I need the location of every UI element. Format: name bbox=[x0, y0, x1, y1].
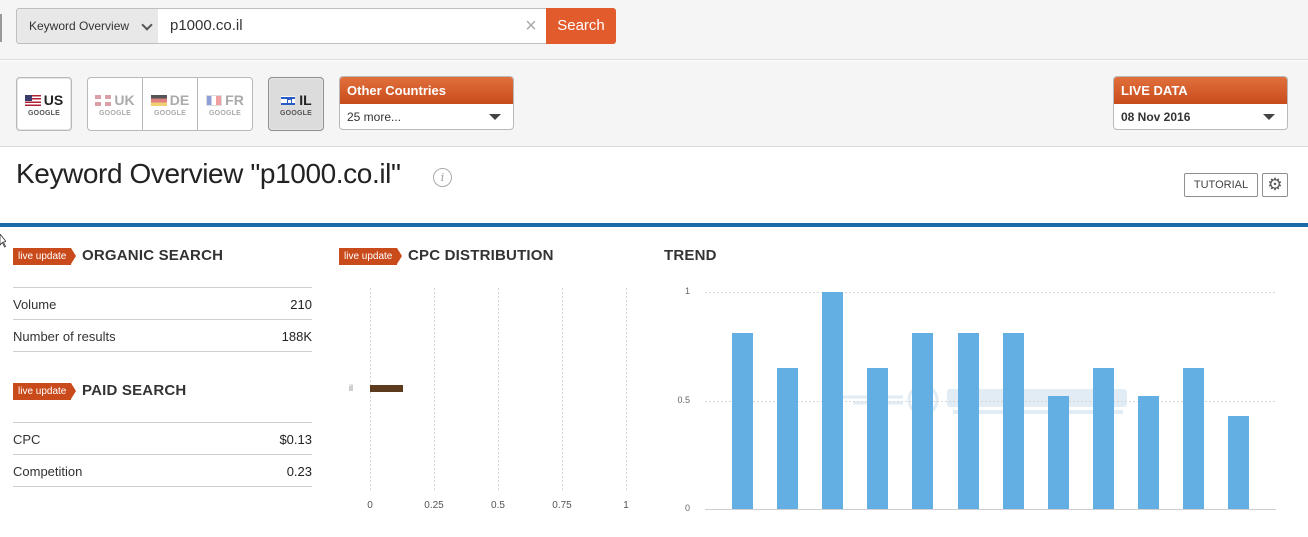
country-engine: GOOGLE bbox=[209, 110, 241, 117]
search-bar: Keyword Overview p1000.co.il × Search bbox=[0, 0, 1308, 60]
metric-label: CPC bbox=[13, 432, 41, 447]
metric-row-results: Number of results 188K bbox=[13, 319, 312, 351]
triangle-down-icon bbox=[489, 114, 501, 120]
trend-y-tick-label: 0 bbox=[684, 503, 690, 513]
mouse-cursor-icon bbox=[0, 234, 6, 248]
cpc-gridline bbox=[626, 288, 627, 492]
clear-icon[interactable]: × bbox=[522, 16, 540, 36]
organic-search-title: ORGANIC SEARCH bbox=[82, 247, 224, 264]
trend-baseline bbox=[705, 509, 1276, 510]
il-flag-icon bbox=[280, 94, 297, 106]
metric-label: Number of results bbox=[13, 329, 116, 344]
info-icon[interactable]: i bbox=[433, 168, 452, 187]
other-countries-title: Other Countries bbox=[340, 77, 513, 104]
trend-bar[interactable] bbox=[777, 367, 799, 509]
live-update-tag: live update bbox=[339, 248, 403, 265]
left-edge-divider bbox=[0, 14, 2, 42]
metric-row-competition: Competition 0.23 bbox=[13, 454, 312, 486]
trend-bar[interactable] bbox=[1092, 367, 1114, 509]
trend-bar[interactable] bbox=[822, 292, 844, 509]
gear-icon[interactable]: ⚙ bbox=[1262, 173, 1288, 197]
cpc-gridline bbox=[434, 288, 435, 492]
metric-value: 188K bbox=[281, 329, 312, 344]
country-code: DE bbox=[169, 92, 190, 108]
tutorial-button[interactable]: TUTORIAL bbox=[1184, 173, 1258, 197]
live-data-dropdown[interactable]: LIVE DATA 08 Nov 2016 bbox=[1113, 76, 1288, 130]
country-code: FR bbox=[225, 92, 244, 108]
report-type-select[interactable]: Keyword Overview bbox=[16, 8, 159, 44]
cpc-x-tick-label: 0.25 bbox=[424, 500, 444, 511]
cpc-x-tick-label: 0.5 bbox=[491, 500, 505, 511]
cpc-gridline bbox=[562, 288, 563, 492]
country-bar: US GOOGLE UK GOOGLE DE GOOGLE FR GOOGLE … bbox=[0, 61, 1308, 147]
country-code: IL bbox=[299, 92, 312, 108]
paid-search-title: PAID SEARCH bbox=[82, 382, 187, 399]
cpc-x-tick-label: 0.75 bbox=[552, 500, 572, 511]
trend-y-tick-label: 1 bbox=[684, 286, 690, 296]
trend-bar[interactable] bbox=[1228, 415, 1250, 509]
search-query-text: p1000.co.il bbox=[170, 17, 243, 34]
live-update-tag: live update bbox=[13, 383, 77, 400]
trend-bar[interactable] bbox=[867, 367, 889, 509]
trend-title: TREND bbox=[664, 247, 717, 264]
live-data-title: LIVE DATA bbox=[1114, 77, 1287, 104]
cpc-bar[interactable] bbox=[370, 385, 404, 392]
section-divider bbox=[0, 223, 1308, 227]
cpc-x-tick-label: 0 bbox=[367, 500, 373, 511]
uk-flag-icon bbox=[95, 94, 112, 106]
metric-label: Competition bbox=[13, 464, 83, 479]
other-countries-value: 25 more... bbox=[347, 110, 402, 124]
search-button[interactable]: Search bbox=[546, 8, 616, 44]
cpc-gridline bbox=[498, 288, 499, 492]
country-button-us[interactable]: US GOOGLE bbox=[16, 77, 72, 131]
page-title: Keyword Overview "p1000.co.il" bbox=[16, 158, 401, 189]
report-type-label: Keyword Overview bbox=[29, 19, 130, 33]
cpc-distribution-title: CPC DISTRIBUTION bbox=[408, 247, 554, 264]
country-code: UK bbox=[114, 92, 135, 108]
live-update-tag: live update bbox=[13, 248, 77, 265]
trend-bar[interactable] bbox=[957, 333, 979, 509]
cpc-x-tick-label: 1 bbox=[623, 500, 629, 511]
metric-value: 210 bbox=[290, 297, 312, 312]
country-engine: GOOGLE bbox=[154, 110, 186, 117]
metric-row-volume: Volume 210 bbox=[13, 287, 312, 319]
trend-bar[interactable] bbox=[732, 333, 753, 509]
metric-row-cpc: CPC $0.13 bbox=[13, 422, 312, 454]
row-divider bbox=[13, 351, 312, 352]
country-button-il[interactable]: IL GOOGLE bbox=[268, 77, 324, 131]
trend-gridline bbox=[705, 292, 1276, 293]
live-data-date: 08 Nov 2016 bbox=[1121, 110, 1191, 124]
country-button-fr[interactable]: FR GOOGLE bbox=[197, 77, 253, 131]
trend-y-tick-label: 0.5 bbox=[677, 394, 690, 405]
country-engine: GOOGLE bbox=[280, 110, 312, 117]
de-flag-icon bbox=[150, 94, 167, 106]
trend-bar[interactable] bbox=[1047, 396, 1069, 509]
country-button-uk[interactable]: UK GOOGLE bbox=[87, 77, 143, 131]
search-input[interactable]: p1000.co.il bbox=[158, 8, 547, 44]
trend-bar[interactable] bbox=[1002, 333, 1024, 509]
country-engine: GOOGLE bbox=[28, 110, 60, 117]
metric-value: 0.23 bbox=[286, 464, 312, 479]
us-flag-icon bbox=[24, 94, 41, 106]
cpc-category-label: il bbox=[349, 383, 353, 393]
fr-flag-icon bbox=[206, 94, 223, 106]
metric-label: Volume bbox=[13, 297, 57, 312]
trend-bar[interactable] bbox=[1137, 396, 1159, 509]
country-code: US bbox=[43, 92, 64, 108]
metric-value: $0.13 bbox=[279, 432, 312, 447]
other-countries-dropdown[interactable]: Other Countries 25 more... bbox=[339, 76, 514, 130]
country-button-de[interactable]: DE GOOGLE bbox=[142, 77, 198, 131]
chevron-down-icon bbox=[141, 19, 153, 31]
trend-bar[interactable] bbox=[1183, 367, 1204, 509]
row-divider bbox=[13, 486, 312, 487]
country-engine: GOOGLE bbox=[99, 110, 131, 117]
trend-bar[interactable] bbox=[912, 333, 934, 509]
triangle-down-icon bbox=[1263, 114, 1275, 120]
